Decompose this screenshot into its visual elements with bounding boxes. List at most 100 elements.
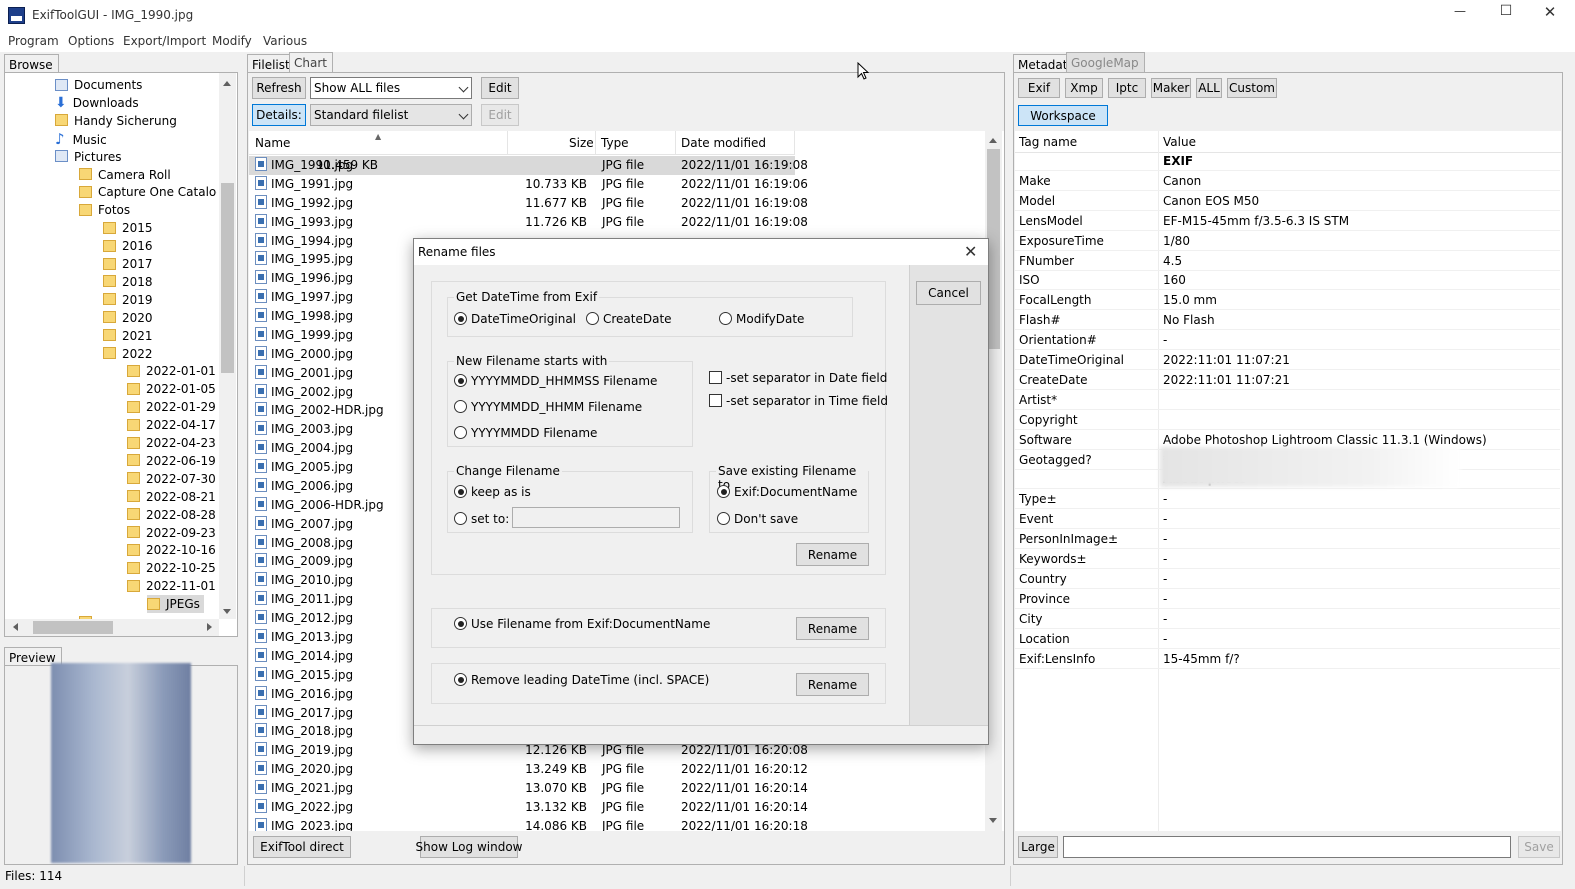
minimize-button[interactable]: — <box>1440 4 1480 26</box>
filelist-view-select[interactable]: Standard filelist <box>310 104 472 126</box>
tree-item-2022-04-23[interactable]: 2022-04-23 <box>127 434 216 452</box>
tree-item-2017[interactable]: 2017 <box>103 255 153 273</box>
file-row[interactable]: IMG_1990.jpg 11.459 KB JPG file 2022/11/01 … <box>249 156 808 175</box>
tree-item-2022-08-28[interactable]: 2022-08-28 <box>127 506 216 524</box>
metadata-row[interactable]: ISO 160 <box>1015 270 1560 291</box>
menu-modify[interactable]: Modify <box>212 34 252 48</box>
radio-yyyymmdd-hhmmss[interactable]: YYYYMMDD_HHMMSS Filename <box>454 374 657 388</box>
tree-item-fotos[interactable]: Fotos <box>79 201 130 219</box>
close-window-button[interactable]: ✕ <box>1530 3 1570 25</box>
metadata-row[interactable]: Type± - <box>1015 489 1560 510</box>
metadata-row[interactable]: Province - <box>1015 589 1560 609</box>
file-filter-select[interactable]: Show ALL files <box>310 77 472 99</box>
edit-view-button[interactable]: Edit <box>481 104 519 126</box>
metadata-row[interactable]: ExposureTime 1/80 <box>1015 231 1560 251</box>
tree-item-2022-01-05[interactable]: 2022-01-05 <box>127 380 216 398</box>
metadata-maker-button[interactable]: Maker <box>1151 78 1191 98</box>
tree-item-2019[interactable]: 2019 <box>103 291 153 309</box>
metadata-row[interactable]: LensModel EF-M15-45mm f/3.5-6.3 IS STM <box>1015 211 1560 231</box>
metadata-row[interactable]: CreateDate 2022:11:01 11:07:21 <box>1015 370 1560 390</box>
radio-datetimeoriginal[interactable]: DateTimeOriginal <box>454 312 576 326</box>
tree-item-2022-10-16[interactable]: 2022-10-16 <box>127 541 216 559</box>
metadata-row[interactable]: Make Canon <box>1015 171 1560 191</box>
tree-item-downloads[interactable]: ⬇ Downloads <box>55 94 139 112</box>
tree-item-2021[interactable]: 2021 <box>103 327 153 345</box>
details-button[interactable]: Details: <box>252 104 306 126</box>
column-date-modified[interactable]: Date modified <box>681 136 766 150</box>
metadata-row[interactable]: DateTimeOriginal 2022:11:01 11:07:21 <box>1015 350 1560 370</box>
column-value[interactable]: Value <box>1163 135 1196 149</box>
metadata-edit-field[interactable] <box>1063 836 1511 858</box>
metadata-row[interactable]: Model Canon EOS M50 <box>1015 191 1560 211</box>
menu-program[interactable]: Program <box>8 34 59 48</box>
tree-item-handy-sicherung[interactable]: Handy Sicherung <box>55 112 177 130</box>
tree-item-2020[interactable]: 2020 <box>103 309 153 327</box>
radio-exif-documentname[interactable]: Exif:DocumentName <box>717 485 857 499</box>
file-row[interactable]: IMG_2023.jpg 14.086 KB JPG file 2022/11/01 … <box>249 817 1004 831</box>
tree-item-2016[interactable]: 2016 <box>103 237 153 255</box>
set-to-input[interactable] <box>512 507 680 528</box>
edit-filter-button[interactable]: Edit <box>481 77 519 99</box>
menu-options[interactable]: Options <box>68 34 114 48</box>
tree-item-2022-11-01[interactable]: 2022-11-01 <box>127 577 216 595</box>
maximize-button[interactable]: ☐ <box>1486 3 1526 25</box>
dialog-close-icon[interactable]: ✕ <box>964 242 977 261</box>
radio-modifydate[interactable]: ModifyDate <box>719 312 804 326</box>
metadata-row[interactable]: Event - <box>1015 509 1560 530</box>
column-name[interactable]: Name <box>255 136 290 150</box>
radio-yyyymmdd-hhmm[interactable]: YYYYMMDD_HHMM Filename <box>454 400 642 414</box>
tree-item-2022-07-30[interactable]: 2022-07-30 <box>127 470 216 488</box>
tree-item-2022-10-25[interactable]: 2022-10-25 <box>127 559 216 577</box>
metadata-row[interactable]: Exif:LensInfo 15-45mm f/? <box>1015 649 1560 669</box>
column-tag-name[interactable]: Tag name <box>1019 135 1077 149</box>
metadata-section-header[interactable]: EXIF <box>1015 151 1560 171</box>
file-row[interactable]: IMG_2021.jpg 13.070 KB JPG file 2022/11/01 … <box>249 779 1004 798</box>
tree-item-2022-01-29[interactable]: 2022-01-29 <box>127 398 216 416</box>
tree-item-2022-04-17[interactable]: 2022-04-17 <box>127 416 216 434</box>
file-row[interactable]: IMG_2020.jpg 13.249 KB JPG file 2022/11/01 … <box>249 760 1004 779</box>
metadata-row[interactable]: Keywords± - <box>1015 549 1560 569</box>
tree-item-2022[interactable]: 2022 <box>103 345 153 363</box>
metadata-row[interactable]: Country - <box>1015 569 1560 589</box>
tree-vertical-scrollbar[interactable] <box>219 73 236 619</box>
tree-item-2022-09-23[interactable]: 2022-09-23 <box>127 524 216 542</box>
checkbox-date-separator[interactable]: -set separator in Date field <box>709 371 887 385</box>
file-row[interactable]: IMG_1991.jpg 10.733 KB JPG file 2022/11/01 … <box>249 175 1004 194</box>
metadata-exif-button[interactable]: Exif <box>1018 78 1060 98</box>
tab-googlemap[interactable]: GoogleMap <box>1066 52 1145 72</box>
tab-browse[interactable]: Browse <box>4 54 59 74</box>
metadata-row[interactable]: City - <box>1015 609 1560 629</box>
file-row[interactable]: IMG_2022.jpg 13.132 KB JPG file 2022/11/01 … <box>249 798 1004 817</box>
tree-item-2018[interactable]: 2018 <box>103 273 153 291</box>
menu-export-import[interactable]: Export/Import <box>123 34 206 48</box>
metadata-row[interactable]: Location - <box>1015 629 1560 649</box>
exiftool-direct-button[interactable]: ExifTool direct <box>253 836 351 858</box>
tree-item-2022-08-21[interactable]: 2022-08-21 <box>127 488 216 506</box>
tree-item-capture-one-catalog[interactable]: Capture One Catalog <box>79 183 217 201</box>
tree-hscroll-thumb[interactable] <box>33 621 113 634</box>
column-size[interactable]: Size <box>569 136 594 150</box>
tree-item-2022-06-19[interactable]: 2022-06-19 <box>127 452 216 470</box>
metadata-all-button[interactable]: ALL <box>1196 78 1222 98</box>
large-button[interactable]: Large <box>1018 836 1058 858</box>
menu-various[interactable]: Various <box>263 34 307 48</box>
metadata-row[interactable]: Orientation# - <box>1015 330 1560 351</box>
metadata-row[interactable]: Flash# No Flash <box>1015 310 1560 331</box>
workspace-button[interactable]: Workspace <box>1018 105 1108 126</box>
metadata-xmp-button[interactable]: Xmp <box>1065 78 1103 98</box>
metadata-iptc-button[interactable]: Iptc <box>1108 78 1146 98</box>
rename-button-remove-dt[interactable]: Rename <box>796 673 869 696</box>
metadata-custom-button[interactable]: Custom <box>1227 78 1277 98</box>
tree-item-camera-roll[interactable]: Camera Roll <box>79 166 171 184</box>
rename-button-main[interactable]: Rename <box>796 543 869 566</box>
show-log-window-button[interactable]: Show Log window <box>416 836 522 858</box>
tree-item-2015[interactable]: 2015 <box>103 219 153 237</box>
dialog-cancel-button[interactable]: Cancel <box>916 281 981 305</box>
radio-use-documentname[interactable]: Use Filename from Exif:DocumentName <box>454 617 710 631</box>
tab-chart[interactable]: Chart <box>289 52 333 72</box>
save-button[interactable]: Save <box>1518 836 1560 858</box>
radio-keep-as-is[interactable]: keep as is <box>454 485 531 499</box>
rename-button-docname[interactable]: Rename <box>796 617 869 640</box>
radio-createdate[interactable]: CreateDate <box>586 312 672 326</box>
tree-item-documents[interactable]: Documents <box>55 76 142 94</box>
